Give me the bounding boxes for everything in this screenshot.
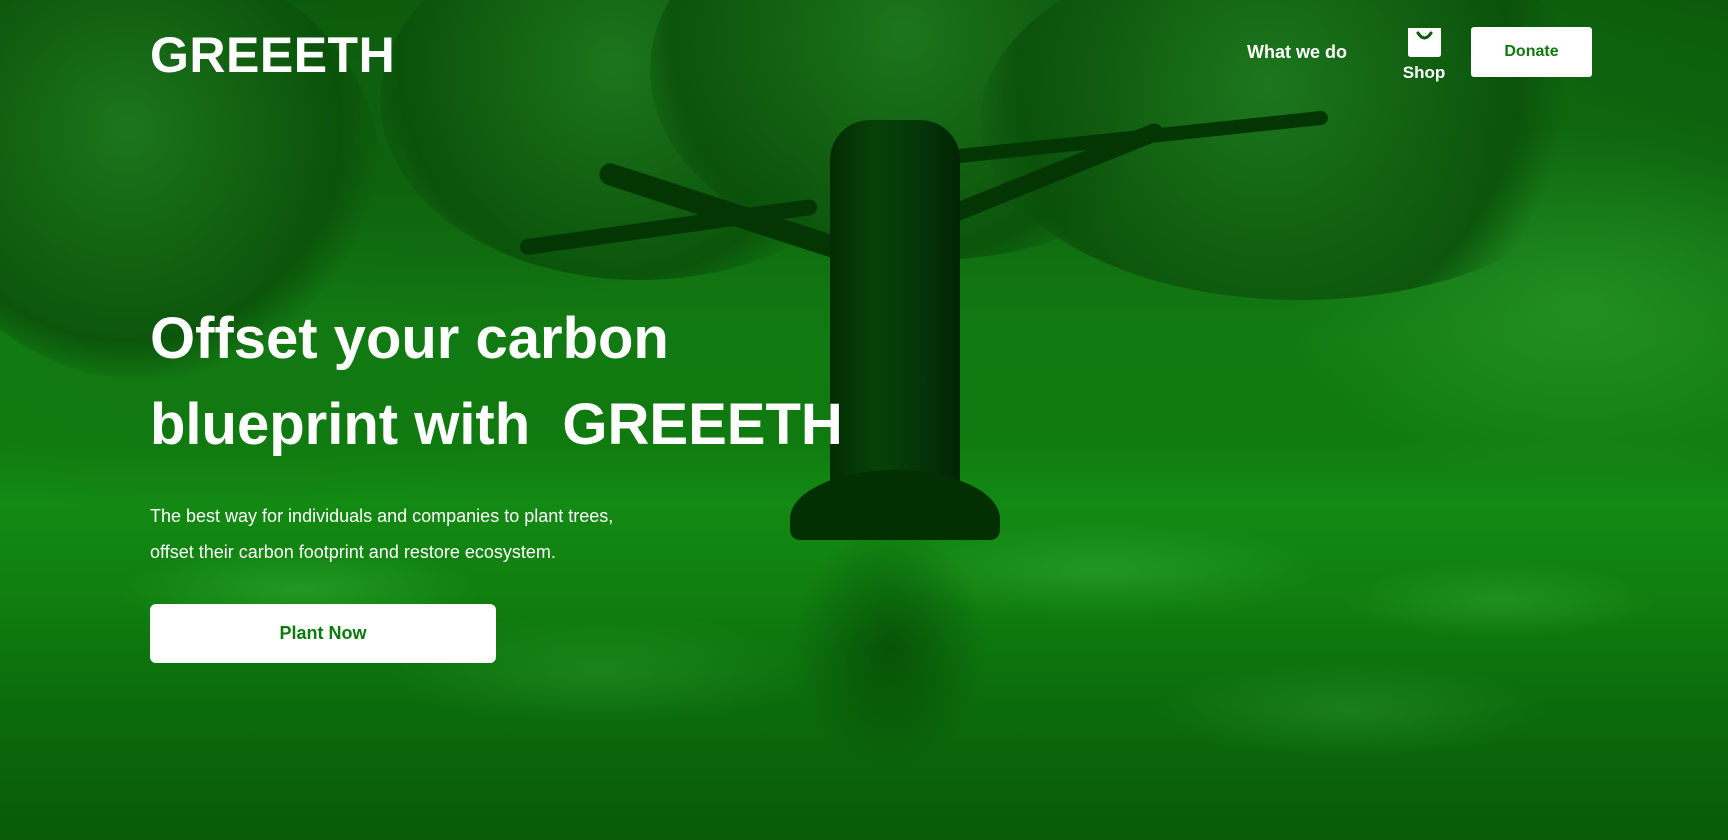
shopping-bag-icon — [1407, 28, 1441, 57]
nav-what-we-do-link[interactable]: What we do — [1247, 42, 1347, 63]
donate-button[interactable]: Donate — [1471, 27, 1592, 77]
hero-headline-line-1: Offset your carbon — [150, 306, 669, 371]
hero-description: The best way for individuals and compani… — [150, 498, 710, 570]
hero-section: GREEETH What we do Shop Donate Offset yo… — [0, 0, 1728, 840]
shop-label: Shop — [1402, 63, 1446, 82]
brand-logo[interactable]: GREEETH — [150, 26, 395, 84]
site-header: GREEETH What we do Shop Donate — [0, 0, 1728, 105]
tree-shadow — [760, 520, 1020, 840]
hero-description-line-1: The best way for individuals and compani… — [150, 506, 614, 526]
hero-headline: Offset your carbon blueprint with GREEET… — [150, 296, 1050, 468]
shop-link[interactable]: Shop — [1398, 26, 1450, 83]
hero-description-line-2: offset their carbon footprint and restor… — [150, 542, 556, 562]
plant-now-button[interactable]: Plant Now — [150, 604, 496, 663]
hero-headline-line-2: blueprint with GREEETH — [150, 392, 843, 457]
